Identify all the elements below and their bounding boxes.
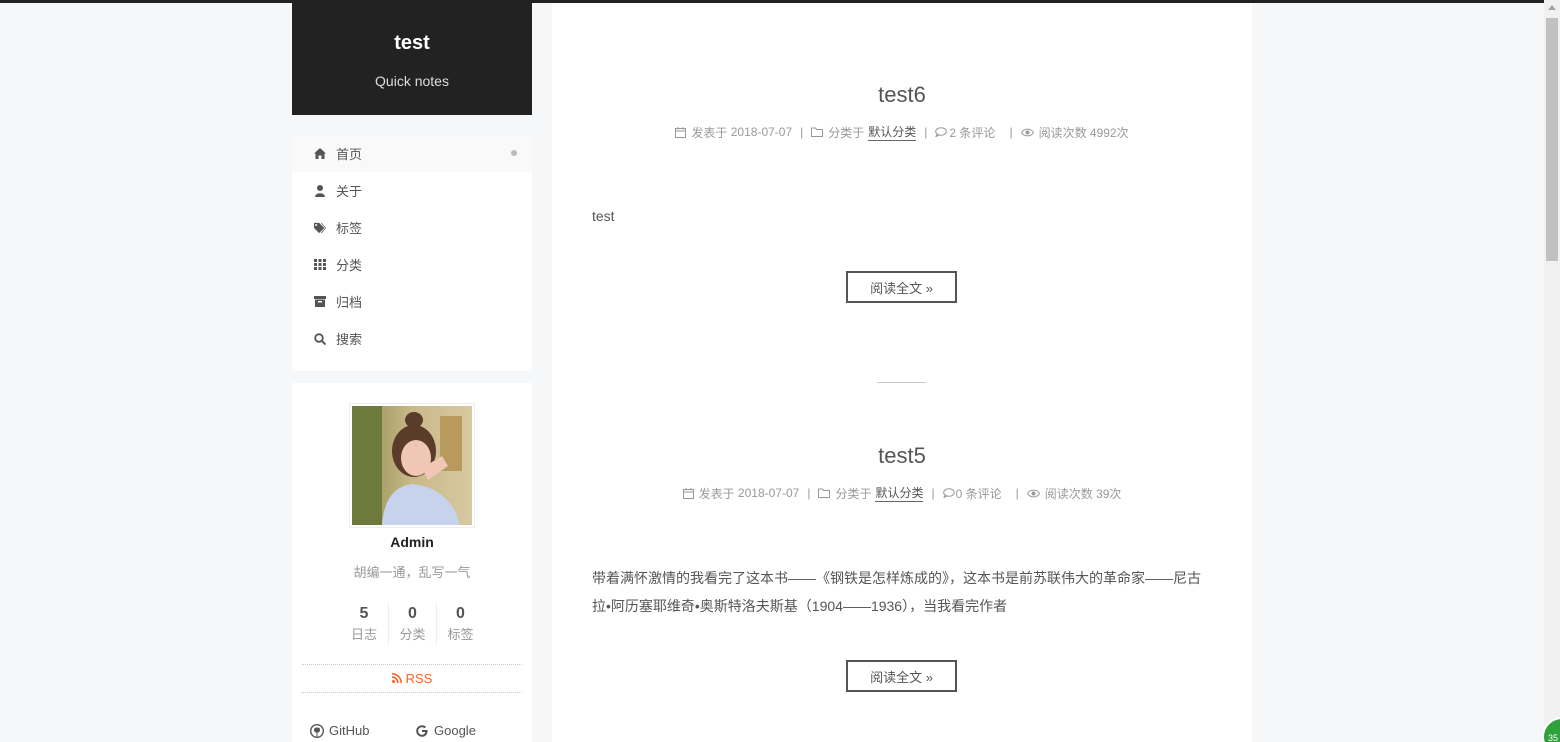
rss-icon bbox=[391, 671, 402, 686]
stat-count: 5 bbox=[359, 605, 369, 622]
stat-count: 0 bbox=[408, 605, 417, 622]
google-icon bbox=[415, 724, 429, 738]
stat-label: 日志 bbox=[350, 627, 377, 642]
github-link[interactable]: GitHub bbox=[310, 723, 415, 738]
post-title[interactable]: test6 bbox=[552, 81, 1252, 109]
post-excerpt: test bbox=[592, 208, 615, 224]
comment-count: 2 条评论 bbox=[949, 125, 996, 140]
post-date: 2018-07-07 bbox=[737, 486, 800, 500]
category-label: 分类于 bbox=[835, 486, 872, 501]
site-title[interactable]: test bbox=[292, 31, 532, 55]
read-more-button[interactable]: 阅读全文 » bbox=[846, 271, 957, 303]
menu-item-label: 关于 bbox=[336, 184, 363, 199]
menu-item-search[interactable]: 搜索 bbox=[292, 320, 532, 357]
scroll-percent: 35 bbox=[1548, 733, 1559, 742]
menu-item-categories[interactable]: 分类 bbox=[292, 246, 532, 283]
site-brand: test Quick notes bbox=[292, 3, 532, 115]
post-list: test6 发表于 2018-07-07 | 分类于 默认分类 | 2 条评论 … bbox=[552, 3, 1252, 742]
post-meta: 发表于 2018-07-07 | 分类于 默认分类 | 0 条评论 | 阅读次数… bbox=[552, 484, 1252, 502]
google-link[interactable]: Google bbox=[415, 723, 520, 738]
comment-icon bbox=[942, 488, 955, 498]
menu-item-about[interactable]: 关于 bbox=[292, 172, 532, 209]
tags-icon bbox=[314, 222, 326, 234]
comments-link[interactable]: 2 条评论 bbox=[935, 124, 995, 141]
stat-count: 0 bbox=[456, 605, 465, 622]
stat-posts[interactable]: 5 日志 bbox=[340, 603, 388, 645]
comment-count: 0 条评论 bbox=[955, 486, 1002, 501]
github-icon bbox=[310, 723, 324, 738]
post-date: 2018-07-07 bbox=[730, 125, 793, 139]
post-meta: 发表于 2018-07-07 | 分类于 默认分类 | 2 条评论 | 阅读次数… bbox=[552, 123, 1252, 141]
rss-link[interactable]: RSS bbox=[302, 664, 522, 693]
author-motto: 胡编一通，乱写一气 bbox=[353, 565, 471, 580]
active-indicator bbox=[511, 150, 517, 156]
menu-item-label: 搜索 bbox=[336, 332, 363, 347]
social-label: GitHub bbox=[329, 723, 370, 738]
view-count: 阅读次数 4992次 bbox=[1038, 125, 1129, 140]
eye-icon bbox=[1026, 489, 1040, 498]
category-label: 分类于 bbox=[828, 125, 865, 140]
folder-icon bbox=[818, 488, 831, 498]
post-category[interactable]: 默认分类 bbox=[868, 123, 917, 141]
site-stats: 5 日志 0 分类 0 标签 bbox=[340, 603, 484, 645]
th-icon bbox=[314, 259, 326, 271]
stat-categories[interactable]: 0 分类 bbox=[388, 603, 436, 645]
scrollbar[interactable] bbox=[1544, 0, 1560, 742]
calendar-icon bbox=[675, 126, 687, 138]
comment-icon bbox=[935, 127, 948, 137]
menu-item-home[interactable]: 首页 bbox=[292, 135, 532, 172]
menu-item-label: 首页 bbox=[336, 147, 363, 162]
calendar-icon bbox=[682, 487, 694, 499]
social-label: Google bbox=[434, 723, 476, 738]
read-more-button[interactable]: 阅读全文 » bbox=[846, 660, 957, 692]
site-subtitle: Quick notes bbox=[375, 73, 449, 89]
main-menu: 首页 关于 标签 分类 归档 搜索 bbox=[292, 135, 532, 371]
view-count: 阅读次数 39次 bbox=[1044, 486, 1122, 501]
menu-item-label: 标签 bbox=[336, 221, 363, 236]
home-icon bbox=[314, 148, 326, 160]
menu-item-label: 分类 bbox=[336, 258, 363, 273]
folder-icon bbox=[811, 127, 824, 137]
post-excerpt: 带着满怀激情的我看完了这本书——《钢铁是怎样炼成的》，这本书是前苏联伟大的革命家… bbox=[592, 570, 1201, 614]
post-divider bbox=[877, 382, 926, 383]
menu-item-label: 归档 bbox=[336, 295, 363, 310]
scroll-up-arrow[interactable] bbox=[1548, 5, 1556, 10]
rss-label: RSS bbox=[405, 671, 433, 686]
eye-icon bbox=[1020, 128, 1034, 137]
posted-label: 发表于 bbox=[698, 486, 735, 501]
author-name: Admin bbox=[390, 534, 434, 550]
avatar bbox=[349, 403, 475, 528]
menu-item-archives[interactable]: 归档 bbox=[292, 283, 532, 320]
post-category[interactable]: 默认分类 bbox=[875, 484, 924, 502]
scroll-thumb[interactable] bbox=[1546, 18, 1558, 261]
menu-item-tags[interactable]: 标签 bbox=[292, 209, 532, 246]
social-links: GitHub Google bbox=[310, 723, 520, 738]
posted-label: 发表于 bbox=[691, 125, 728, 140]
stat-label: 分类 bbox=[399, 627, 426, 642]
author-profile: Admin 胡编一通，乱写一气 5 日志 0 分类 0 标签 RSS GitHu… bbox=[292, 383, 532, 742]
stat-label: 标签 bbox=[447, 627, 474, 642]
comments-link[interactable]: 0 条评论 bbox=[942, 485, 1002, 502]
user-icon bbox=[314, 184, 326, 197]
stat-tags[interactable]: 0 标签 bbox=[436, 603, 484, 645]
search-icon bbox=[314, 332, 326, 345]
archive-icon bbox=[314, 296, 326, 308]
post-title[interactable]: test5 bbox=[552, 442, 1252, 470]
